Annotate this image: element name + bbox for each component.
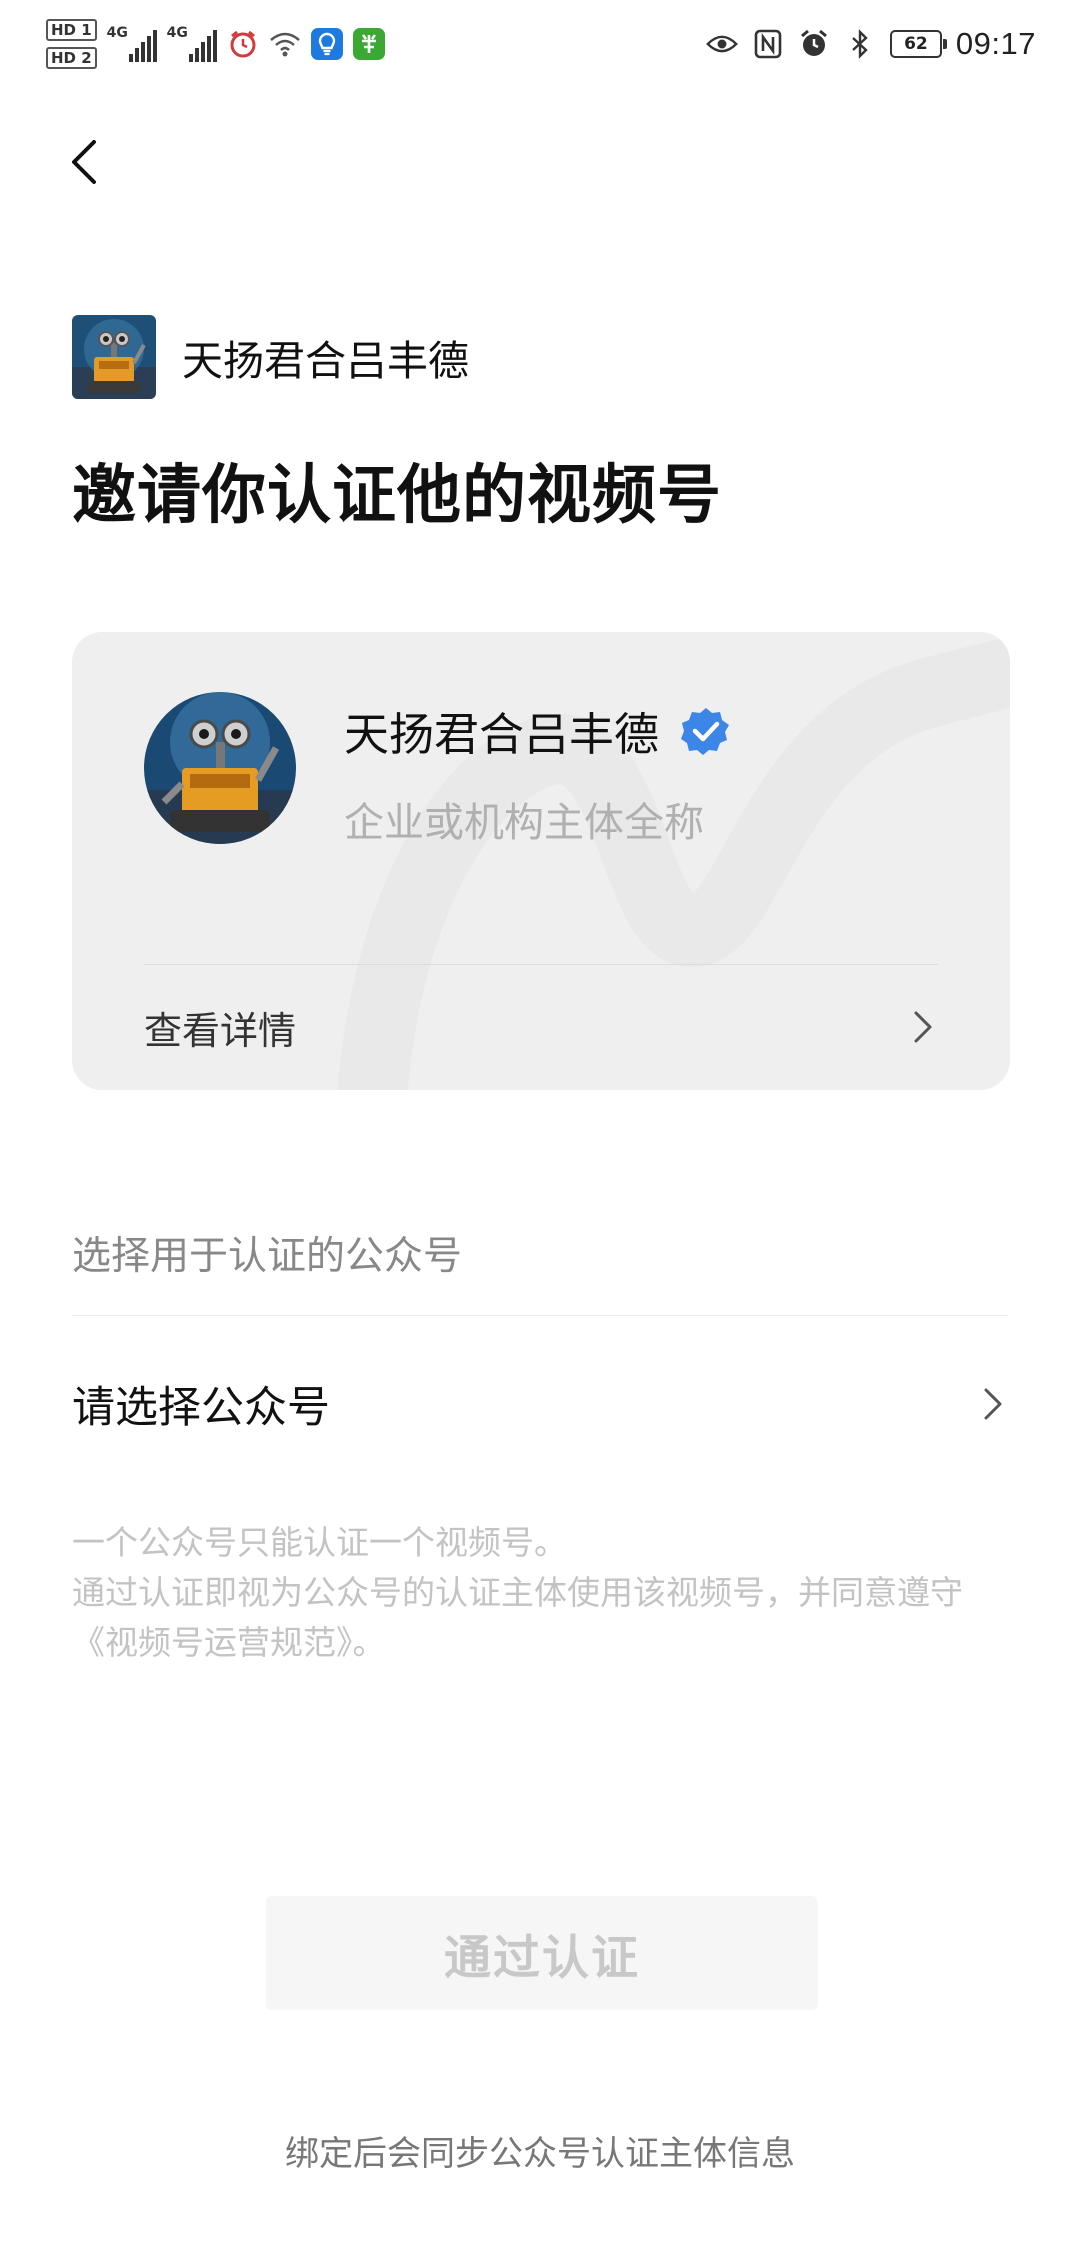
view-details-button[interactable]: 查看详情 [144, 965, 938, 1089]
battery-icon: 62 [889, 30, 947, 58]
select-official-account-label: 请选择公众号 [72, 1383, 330, 1433]
notes: 一个公众号只能认证一个视频号。 通过认证即视为公众号的认证主体使用该视频号，并同… [72, 1518, 1018, 1668]
signal-2-icon: 4G [167, 26, 217, 62]
chevron-left-icon [72, 140, 96, 184]
channel-name-row: 天扬君合吕丰德 [344, 698, 731, 763]
page-title: 邀请你认证他的视频号 [72, 459, 722, 533]
hd1-badge: HD 1 [46, 19, 97, 41]
hd2-badge: HD 2 [46, 47, 97, 69]
channel-name: 天扬君合吕丰德 [344, 708, 660, 761]
signal-1-icon: 4G [107, 26, 157, 62]
status-bar: HD 1 HD 2 4G 4G 62 09:17 [0, 0, 1080, 88]
inviter-row: 天扬君合吕丰德 [72, 315, 469, 399]
chevron-right-icon [984, 1388, 1002, 1420]
chevron-right-icon [914, 1011, 932, 1043]
alarm-clock-app-icon [227, 28, 259, 60]
notification-app-green-icon [352, 28, 385, 60]
channel-entity-name: 企业或机构主体全称 [344, 800, 704, 846]
network-type-1: 4G [106, 25, 128, 41]
battery-level: 62 [904, 34, 928, 54]
section-label: 选择用于认证的公众号 [72, 1234, 463, 1279]
bluetooth-icon [844, 28, 876, 60]
note-line: 一个公众号只能认证一个视频号。 [72, 1523, 567, 1562]
back-button[interactable] [58, 130, 118, 190]
note-line: 通过认证即视为公众号的认证主体使用该视频号，并同意遵守《视频号运营规范》。 [72, 1573, 963, 1662]
footer-hint: 绑定后会同步公众号认证主体信息 [285, 2134, 795, 2174]
verified-badge-icon [681, 707, 730, 755]
inviter-name: 天扬君合吕丰德 [182, 337, 469, 385]
channel-card: 天扬君合吕丰德 企业或机构主体全称 查看详情 [72, 632, 1010, 1090]
hd-indicators: HD 1 HD 2 [46, 19, 97, 69]
nfc-icon [752, 28, 784, 60]
eye-icon [706, 28, 738, 60]
wifi-icon [269, 28, 301, 60]
clock-time: 09:17 [955, 26, 1036, 61]
approve-verification-button[interactable]: 通过认证 [266, 1896, 818, 2010]
inviter-avatar [72, 315, 156, 399]
channel-avatar [144, 692, 296, 844]
view-details-label: 查看详情 [144, 1008, 297, 1053]
alarm-icon [798, 28, 830, 60]
notification-app-blue-icon [310, 28, 343, 60]
network-type-2: 4G [166, 25, 188, 41]
select-official-account[interactable]: 请选择公众号 [72, 1316, 1008, 1492]
